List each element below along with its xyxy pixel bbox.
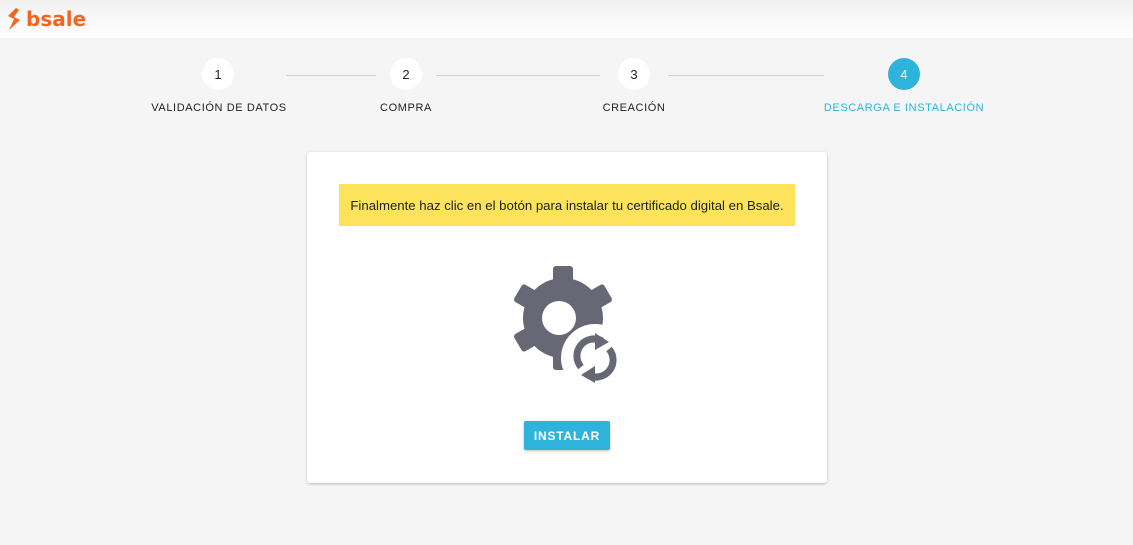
brand-name: bsale [26, 7, 87, 31]
settings-sync-icon [511, 266, 629, 392]
step-2-circle[interactable]: 2 [390, 58, 422, 90]
install-notice: Finalmente haz clic en el botón para ins… [339, 184, 795, 226]
top-bar: bsale [0, 0, 1133, 38]
step-3-circle[interactable]: 3 [618, 58, 650, 90]
step-connector [286, 75, 376, 76]
install-card: Finalmente haz clic en el botón para ins… [307, 152, 827, 483]
step-3-label: CREACIÓN [602, 102, 666, 114]
step-4-label: DESCARGA E INSTALACIÓN [823, 102, 985, 114]
bsale-logo-icon [8, 8, 20, 30]
step-1-label: VALIDACIÓN DE DATOS [151, 102, 287, 114]
progress-stepper: 1 VALIDACIÓN DE DATOS 2 COMPRA 3 CREACIÓ… [0, 38, 1133, 128]
step-2-label: COMPRA [380, 102, 432, 114]
step-4-circle[interactable]: 4 [888, 58, 920, 90]
bsale-logo[interactable]: bsale [6, 6, 86, 32]
step-connector [436, 75, 600, 76]
step-connector [668, 75, 824, 76]
install-button[interactable]: INSTALAR [524, 421, 610, 450]
step-1-circle[interactable]: 1 [202, 58, 234, 90]
